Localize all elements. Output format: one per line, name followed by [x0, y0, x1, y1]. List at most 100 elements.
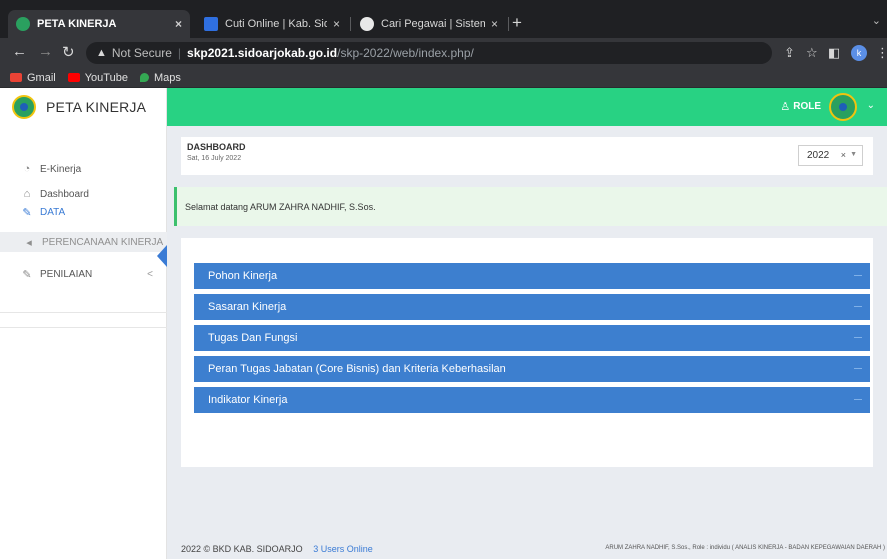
profile-avatar[interactable]: k — [851, 45, 867, 61]
accordion-peran-tugas-jabatan[interactable]: Peran Tugas Jabatan (Core Bisnis) dan Kr… — [194, 356, 870, 382]
security-status: Not Secure — [111, 46, 172, 60]
gauge-icon: ◔ — [23, 163, 31, 175]
sidebar-item-label: DATA — [40, 206, 66, 218]
copyright-text: 2022 © BKD KAB. SIDOARJO — [181, 544, 303, 554]
url-host: skp2021.sidoarjokab.go.id — [187, 46, 338, 60]
sidebar-item-label: E-Kinerja — [40, 163, 82, 175]
browser-tab-cari-pegawai[interactable]: Cari Pegawai | Sistem Informas × — [352, 10, 506, 38]
accordion-title: Sasaran Kinerja — [208, 301, 287, 313]
users-online-link[interactable]: 3 Users Online — [313, 544, 373, 554]
bookmark-maps[interactable]: Maps — [139, 71, 181, 84]
bookmarks-bar: Gmail YouTube Maps — [0, 68, 887, 88]
url-omnibox[interactable]: ▲ Not Secure | skp2021.sidoarjokab.go.id… — [86, 42, 772, 64]
collapse-minus-icon[interactable] — [854, 368, 862, 369]
gmail-icon — [10, 73, 22, 82]
share-icon[interactable]: ⇪ — [784, 45, 795, 61]
tab-title: PETA KINERJA — [37, 18, 117, 30]
tab-separator — [350, 17, 351, 31]
close-tab-icon[interactable]: × — [175, 17, 182, 31]
bookmark-label: YouTube — [84, 71, 128, 84]
accordion-title: Indikator Kinerja — [208, 394, 288, 406]
user-avatar[interactable] — [829, 93, 857, 121]
current-date: Sat, 16 July 2022 — [187, 155, 242, 162]
active-menu-pointer — [157, 245, 167, 267]
footer-user-info: ARUM ZAHRA NADHIF, S.Sos., Role : indivi… — [605, 545, 885, 551]
maps-pin-icon — [139, 73, 149, 82]
user-icon: ♙ — [780, 101, 791, 113]
role-menu[interactable]: ♙ ROLE — [780, 100, 821, 113]
youtube-icon — [67, 73, 80, 82]
accordion-pohon-kinerja[interactable]: Pohon Kinerja — [194, 263, 870, 289]
back-arrow-icon[interactable]: ← — [12, 43, 27, 60]
url-divider: | — [177, 46, 182, 60]
tab-title: Cuti Online | Kab. Sidoarjo — [225, 18, 327, 30]
dashboard-header: DASHBOARD Sat, 16 July 2022 2022 × ▼ — [181, 137, 873, 175]
sidoarjo-logo-icon — [12, 95, 36, 119]
collapse-minus-icon[interactable] — [854, 337, 862, 338]
web-page: PETA KINERJA ♙ ROLE ⌄ ◔ E-Kinerja ⌂ Dash… — [0, 88, 887, 559]
new-tab-button[interactable]: + — [512, 13, 522, 33]
tab-title: Cari Pegawai | Sistem Informas — [381, 18, 485, 30]
caret-down-icon[interactable]: ▼ — [850, 151, 857, 158]
sidebar-item-penilaian[interactable]: ✎ PENILAIAN < — [0, 265, 167, 283]
bookmark-gmail[interactable]: Gmail — [10, 72, 56, 84]
collapse-minus-icon[interactable] — [854, 275, 862, 276]
tab-separator — [508, 17, 509, 31]
collapse-minus-icon[interactable] — [854, 306, 862, 307]
close-tab-icon[interactable]: × — [491, 17, 498, 31]
sidebar-divider — [0, 327, 167, 328]
sidebar-item-e-kinerja[interactable]: ◔ E-Kinerja — [0, 160, 167, 178]
cuti-online-favicon-icon — [204, 17, 218, 31]
sidebar-item-label: PENILAIAN — [40, 268, 93, 280]
browser-tab-bar: PETA KINERJA × Cuti Online | Kab. Sidoar… — [0, 0, 887, 38]
accordion-indikator-kinerja[interactable]: Indikator Kinerja — [194, 387, 870, 413]
app-brand[interactable]: PETA KINERJA — [0, 88, 167, 126]
side-panel-icon[interactable]: ◧ — [828, 45, 840, 61]
bookmark-label: Maps — [153, 71, 181, 84]
accordion-tugas-dan-fungsi[interactable]: Tugas Dan Fungsi — [194, 325, 870, 351]
close-tab-icon[interactable]: × — [333, 17, 340, 31]
clear-year-icon[interactable]: × — [841, 150, 846, 160]
warning-triangle-icon: ▲ — [96, 47, 107, 59]
collapse-minus-icon[interactable] — [854, 399, 862, 400]
app-name: PETA KINERJA — [46, 99, 147, 115]
year-select[interactable]: 2022 × ▼ — [798, 145, 863, 166]
footer-copyright: 2022 © BKD KAB. SIDOARJO 3 Users Online — [181, 544, 373, 554]
wrench-icon: ✎ — [22, 206, 32, 219]
bookmark-youtube[interactable]: YouTube — [67, 71, 128, 84]
browser-menu-icon[interactable]: ⋮ — [876, 45, 887, 61]
sidebar-item-dashboard[interactable]: ⌂ Dashboard — [0, 185, 167, 203]
accordion-panel: Pohon Kinerja Sasaran Kinerja Tugas Dan … — [181, 238, 873, 467]
chevron-left-icon: < — [147, 268, 153, 280]
globe-favicon-icon — [360, 17, 374, 31]
sidebar: ◔ E-Kinerja ⌂ Dashboard ✎ DATA ◂ PERENCA… — [0, 126, 167, 559]
browser-address-bar: ← → ↻ ▲ Not Secure | skp2021.sidoarjokab… — [0, 38, 887, 68]
sidebar-item-perencanaan-kinerja[interactable]: ◂ PERENCANAAN KINERJA — [0, 232, 167, 252]
sidebar-item-data[interactable]: ✎ DATA — [0, 203, 167, 221]
chevron-down-icon[interactable]: ⌄ — [867, 100, 875, 111]
browser-tab-peta-kinerja[interactable]: PETA KINERJA × — [8, 10, 190, 38]
megaphone-icon: ◂ — [26, 236, 32, 249]
reload-icon[interactable]: ↻ — [62, 43, 75, 61]
year-value: 2022 — [807, 150, 830, 161]
bookmark-star-icon[interactable]: ☆ — [806, 45, 818, 61]
role-label: ROLE — [793, 101, 821, 112]
peta-kinerja-favicon-icon — [16, 17, 30, 31]
forward-arrow-icon[interactable]: → — [38, 43, 53, 60]
tab-search-chevron-icon[interactable]: ⌄ — [872, 14, 881, 27]
bookmark-label: Gmail — [27, 71, 56, 84]
sidebar-item-label: PERENCANAAN KINERJA — [42, 236, 164, 248]
sidebar-item-label: Dashboard — [40, 188, 89, 200]
browser-tab-cuti-online[interactable]: Cuti Online | Kab. Sidoarjo × — [196, 10, 348, 38]
top-navbar: ♙ ROLE ⌄ — [167, 88, 887, 126]
sidebar-divider — [0, 312, 167, 313]
welcome-alert: Selamat datang ARUM ZAHRA NADHIF, S.Sos. — [174, 187, 887, 226]
accordion-title: Pohon Kinerja — [208, 270, 278, 282]
url-path: /skp-2022/web/index.php/ — [337, 46, 474, 60]
wrench-icon: ✎ — [22, 268, 32, 281]
accordion-title: Peran Tugas Jabatan (Core Bisnis) dan Kr… — [208, 363, 506, 375]
accordion-sasaran-kinerja[interactable]: Sasaran Kinerja — [194, 294, 870, 320]
accordion-title: Tugas Dan Fungsi — [208, 332, 298, 344]
home-icon: ⌂ — [23, 188, 31, 200]
page-title: DASHBOARD — [187, 142, 246, 152]
